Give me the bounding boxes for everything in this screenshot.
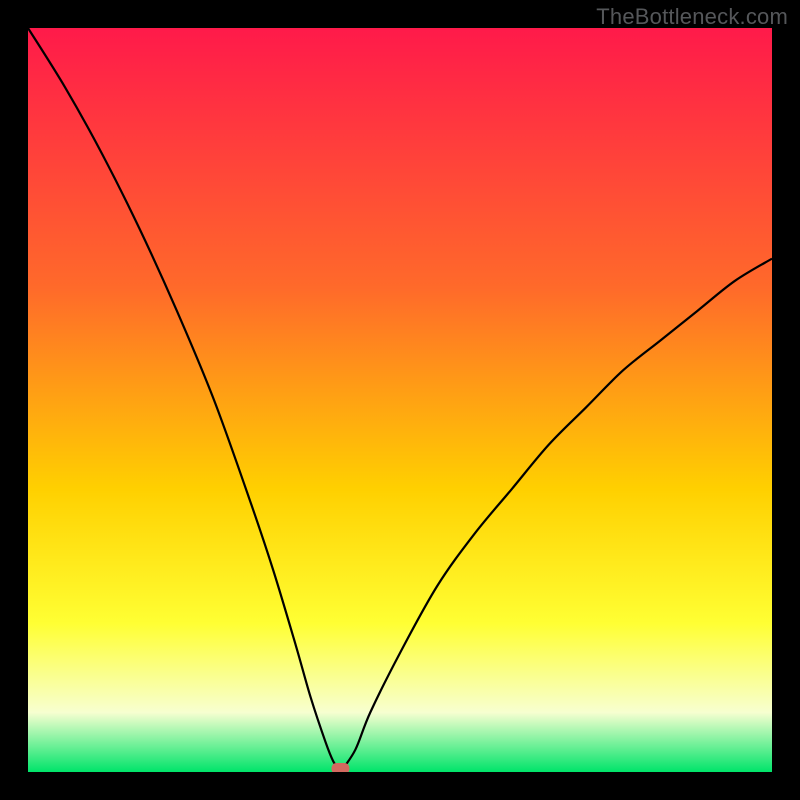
watermark-text: TheBottleneck.com (596, 4, 788, 30)
chart-svg (28, 28, 772, 772)
gradient-background (28, 28, 772, 772)
plot-area (28, 28, 772, 772)
minimum-marker (331, 763, 349, 772)
chart-frame: TheBottleneck.com (0, 0, 800, 800)
